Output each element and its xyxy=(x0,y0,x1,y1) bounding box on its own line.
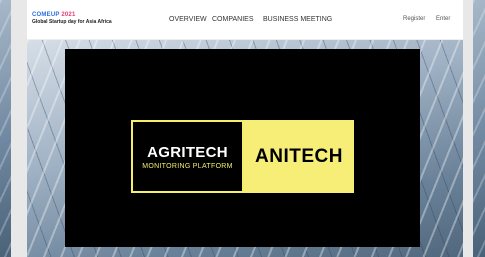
nav-companies[interactable]: COMPANIES xyxy=(212,16,254,23)
logo-year: 2021 xyxy=(61,12,76,18)
anitech-card: ANITECH xyxy=(244,120,354,193)
background-window-left xyxy=(0,0,11,257)
agritech-subtitle: MONITORING PLATFORM xyxy=(142,162,233,170)
logo-up: UP xyxy=(50,12,60,18)
agritech-card: AGRITECH MONITORING PLATFORM xyxy=(131,120,244,193)
nav-overview[interactable]: OVERVIEW xyxy=(169,16,207,23)
anitech-title: ANITECH xyxy=(255,145,343,167)
nav-business-meeting[interactable]: BUSINESS MEETING xyxy=(263,16,332,23)
page-frame: COMEUP 2021 Global Startup day for Asia … xyxy=(27,0,463,257)
agritech-title: AGRITECH xyxy=(147,143,228,161)
hero-section: AGRITECH MONITORING PLATFORM ANITECH xyxy=(27,40,463,257)
logo-come: COME xyxy=(32,12,51,18)
site-logo[interactable]: COMEUP 2021 Global Startup day for Asia … xyxy=(32,12,112,25)
register-link[interactable]: Register xyxy=(403,16,425,22)
top-navigation-bar: COMEUP 2021 Global Startup day for Asia … xyxy=(27,0,463,40)
logo-wordmark: COMEUP 2021 xyxy=(32,12,112,18)
video-player[interactable]: AGRITECH MONITORING PLATFORM ANITECH xyxy=(65,49,420,247)
logo-tagline: Global Startup day for Asia Africa xyxy=(32,19,112,25)
background-window-right xyxy=(473,0,485,257)
enter-link[interactable]: Enter xyxy=(436,16,450,22)
